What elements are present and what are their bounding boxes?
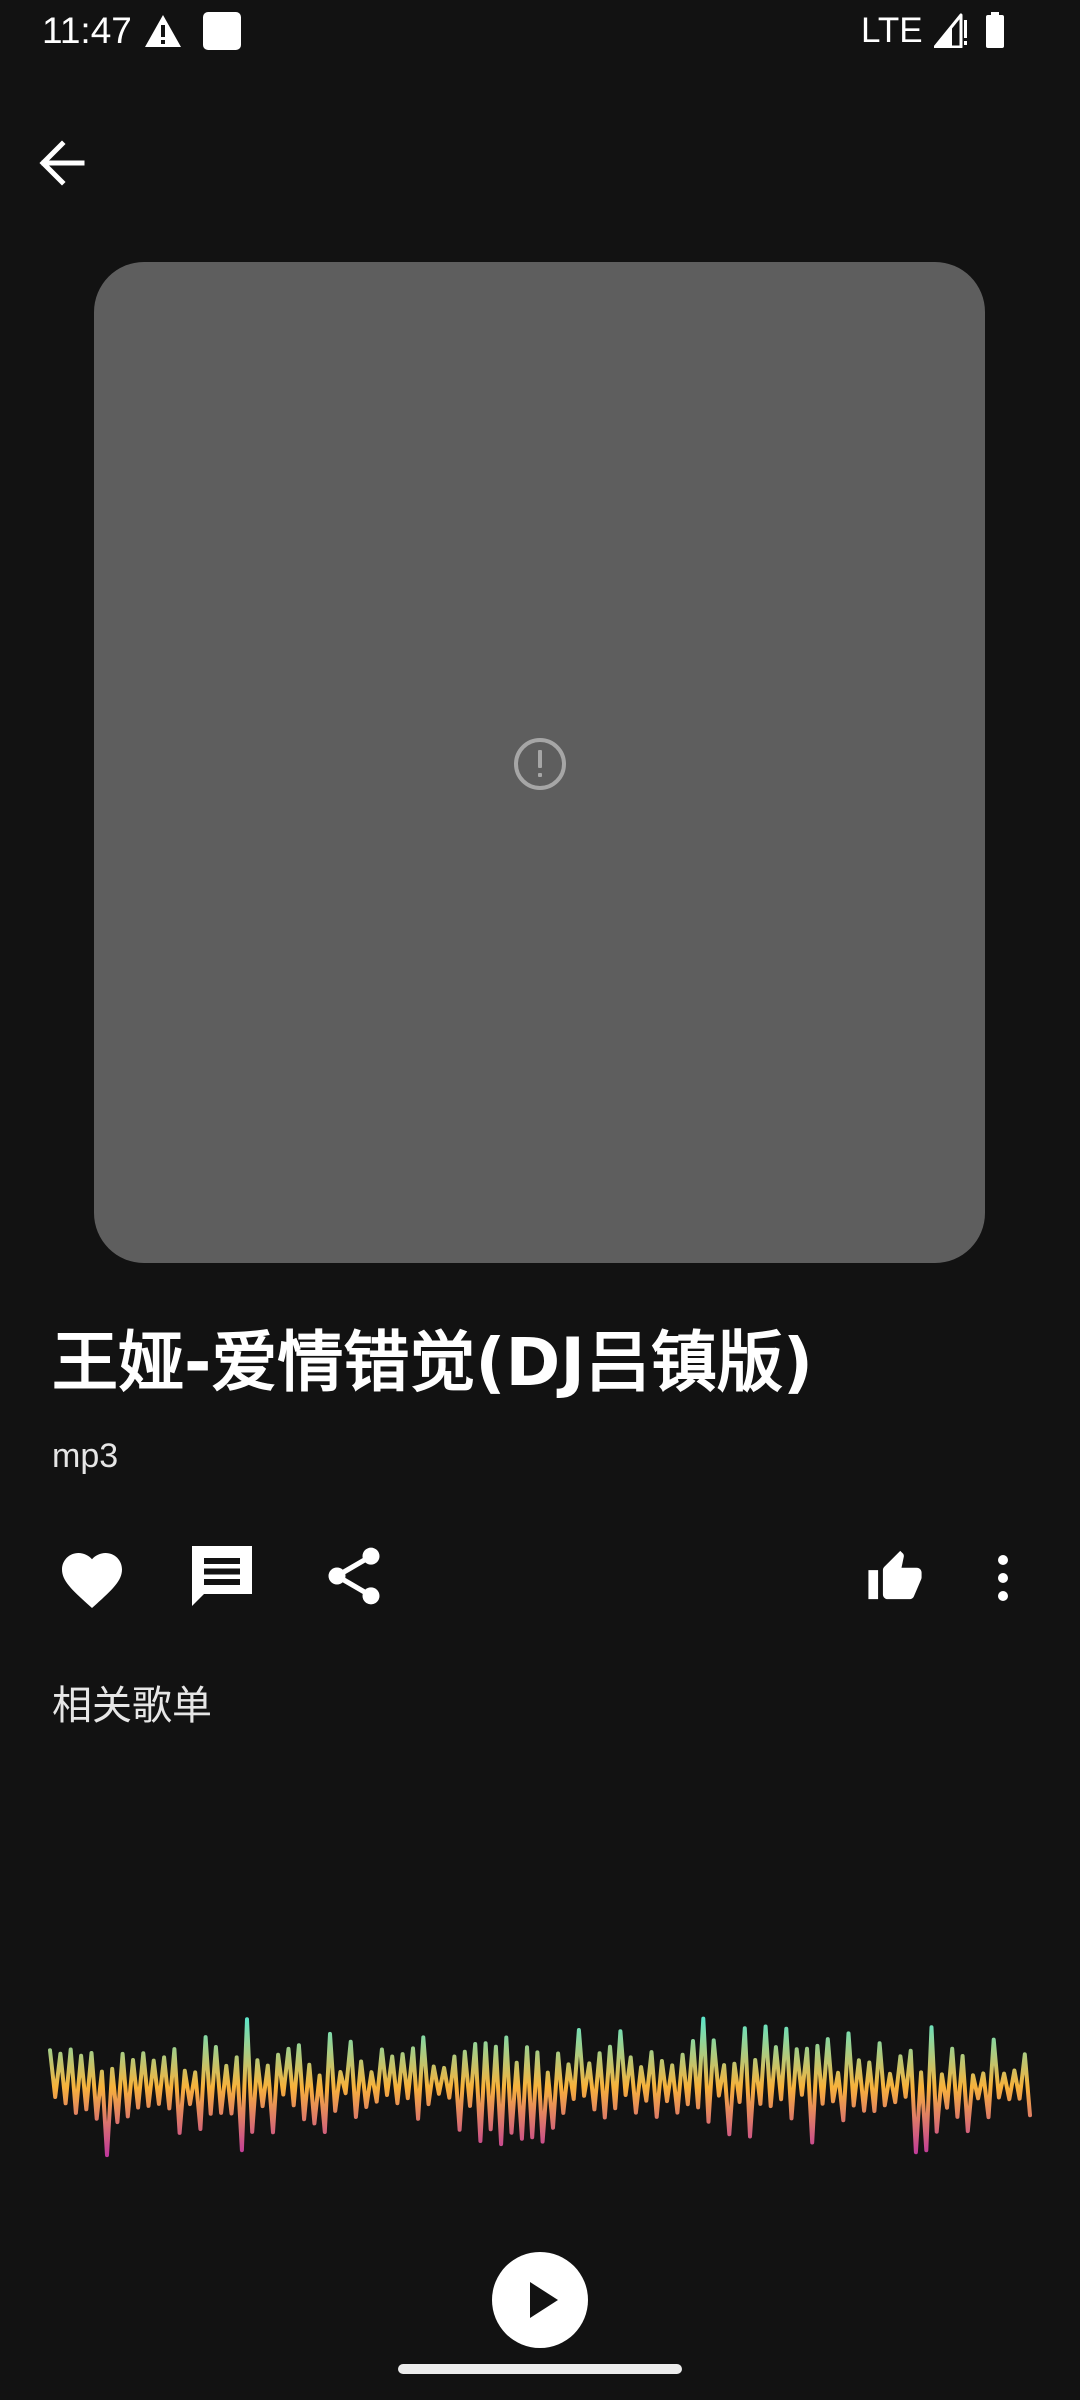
share-icon bbox=[328, 1547, 380, 1605]
back-button[interactable] bbox=[30, 130, 96, 196]
notification-square-icon bbox=[203, 12, 241, 50]
favorite-button[interactable] bbox=[56, 1544, 128, 1610]
like-button[interactable] bbox=[866, 1548, 924, 1602]
warning-icon bbox=[145, 15, 181, 47]
play-button[interactable] bbox=[492, 2252, 588, 2348]
status-bar: 11:47 LTE bbox=[0, 0, 1080, 64]
battery-icon bbox=[986, 12, 1004, 48]
error-circle-icon bbox=[514, 738, 566, 790]
audio-waveform bbox=[48, 2016, 1032, 2158]
share-button[interactable] bbox=[320, 1540, 388, 1612]
comment-button[interactable] bbox=[186, 1540, 258, 1612]
signal-icon bbox=[934, 13, 967, 48]
comment-icon bbox=[192, 1546, 252, 1606]
song-title: 王娅-爱情错觉(DJ吕镇版) bbox=[52, 1324, 814, 1401]
play-icon bbox=[530, 2282, 558, 2318]
thumb-up-icon bbox=[868, 1550, 922, 1600]
status-time: 11:47 bbox=[42, 10, 132, 51]
network-type-label: LTE bbox=[861, 11, 923, 50]
song-format: mp3 bbox=[52, 1437, 119, 1475]
related-playlists-heading: 相关歌单 bbox=[52, 1683, 212, 1729]
heart-icon bbox=[62, 1553, 122, 1609]
arrow-left-icon bbox=[39, 140, 85, 186]
more-vertical-icon bbox=[998, 1555, 1008, 1601]
waveform-line bbox=[48, 2016, 1032, 2158]
more-options-button[interactable] bbox=[986, 1548, 1020, 1608]
home-indicator[interactable] bbox=[398, 2364, 682, 2374]
